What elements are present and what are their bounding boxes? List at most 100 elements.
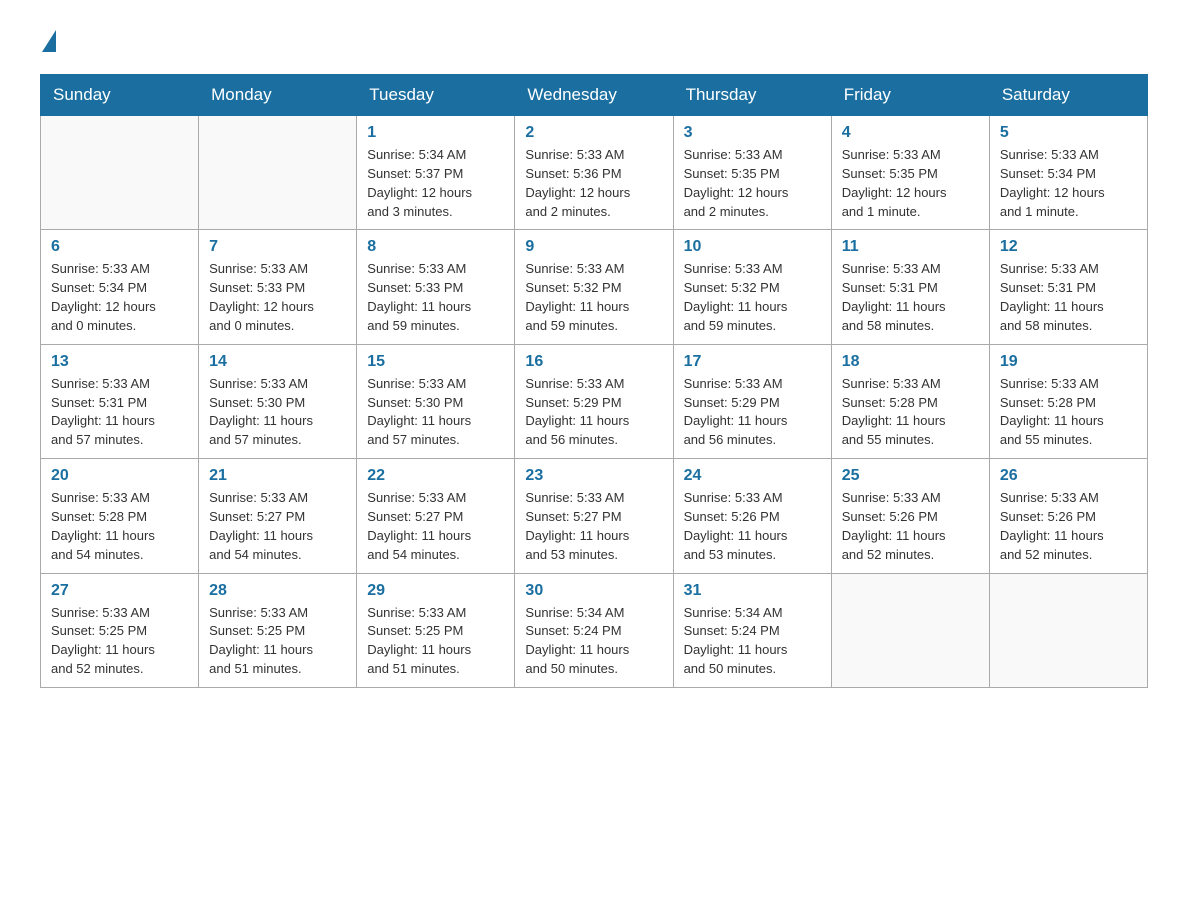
calendar-cell: 20 Sunrise: 5:33 AM Sunset: 5:28 PM Dayli… [41,459,199,573]
day-number: 30 [525,582,662,600]
week-row-5: 27 Sunrise: 5:33 AM Sunset: 5:25 PM Dayli… [41,573,1148,687]
calendar-cell: 28Sunrise: 5:33 AM Sunset: 5:25 PM Dayli… [199,573,357,687]
calendar-cell: 23 Sunrise: 5:33 AM Sunset: 5:27 PM Dayli… [515,459,673,573]
calendar-cell: 7Sunrise: 5:33 AM Sunset: 5:33 PM Daylig… [199,230,357,344]
calendar-cell: 18 Sunrise: 5:33 AM Sunset: 5:28 PM Dayli… [831,344,989,458]
day-info: Sunrise: 5:33 AM Sunset: 5:27 PM Dayligh… [209,489,346,564]
calendar-cell: 22 Sunrise: 5:33 AM Sunset: 5:27 PM Dayli… [357,459,515,573]
calendar-cell: 30 Sunrise: 5:34 AM Sunset: 5:24 PM Dayli… [515,573,673,687]
day-info: Sunrise: 5:33 AM Sunset: 5:25 PM Dayligh… [51,604,188,679]
day-info: Sunrise: 5:33 AM Sunset: 5:27 PM Dayligh… [367,489,504,564]
day-number: 19 [1000,353,1137,371]
day-number: 15 [367,353,504,371]
day-info: Sunrise: 5:33 AM Sunset: 5:26 PM Dayligh… [684,489,821,564]
day-number: 26 [1000,467,1137,485]
day-number: 4 [842,124,979,142]
day-header-friday: Friday [831,75,989,116]
day-info: Sunrise: 5:33 AM Sunset: 5:28 PM Dayligh… [1000,375,1137,450]
calendar-cell: 10Sunrise: 5:33 AM Sunset: 5:32 PM Dayli… [673,230,831,344]
day-info: Sunrise: 5:33 AM Sunset: 5:31 PM Dayligh… [1000,260,1137,335]
calendar-cell: 26 Sunrise: 5:33 AM Sunset: 5:26 PM Dayli… [989,459,1147,573]
day-number: 17 [684,353,821,371]
day-number: 2 [525,124,662,142]
calendar-cell: 1 Sunrise: 5:34 AM Sunset: 5:37 PM Daylig… [357,116,515,230]
day-info: Sunrise: 5:34 AM Sunset: 5:24 PM Dayligh… [525,604,662,679]
day-info: Sunrise: 5:34 AM Sunset: 5:37 PM Dayligh… [367,146,504,221]
day-info: Sunrise: 5:33 AM Sunset: 5:36 PM Dayligh… [525,146,662,221]
calendar-cell: 11 Sunrise: 5:33 AM Sunset: 5:31 PM Dayli… [831,230,989,344]
day-number: 28 [209,582,346,600]
day-header-wednesday: Wednesday [515,75,673,116]
day-header-sunday: Sunday [41,75,199,116]
day-number: 18 [842,353,979,371]
day-number: 9 [525,238,662,256]
day-info: Sunrise: 5:33 AM Sunset: 5:34 PM Dayligh… [1000,146,1137,221]
day-info: Sunrise: 5:33 AM Sunset: 5:30 PM Dayligh… [209,375,346,450]
day-info: Sunrise: 5:33 AM Sunset: 5:26 PM Dayligh… [842,489,979,564]
calendar-cell: 27 Sunrise: 5:33 AM Sunset: 5:25 PM Dayli… [41,573,199,687]
day-number: 12 [1000,238,1137,256]
day-number: 25 [842,467,979,485]
day-info: Sunrise: 5:33 AM Sunset: 5:28 PM Dayligh… [51,489,188,564]
day-info: Sunrise: 5:34 AM Sunset: 5:24 PM Dayligh… [684,604,821,679]
logo-triangle-icon [42,30,56,52]
day-number: 8 [367,238,504,256]
calendar-cell: 19 Sunrise: 5:33 AM Sunset: 5:28 PM Dayli… [989,344,1147,458]
day-info: Sunrise: 5:33 AM Sunset: 5:32 PM Dayligh… [525,260,662,335]
days-header-row: SundayMondayTuesdayWednesdayThursdayFrid… [41,75,1148,116]
calendar-cell: 14 Sunrise: 5:33 AM Sunset: 5:30 PM Dayli… [199,344,357,458]
day-info: Sunrise: 5:33 AM Sunset: 5:33 PM Dayligh… [367,260,504,335]
day-info: Sunrise: 5:33 AM Sunset: 5:33 PM Dayligh… [209,260,346,335]
logo [40,30,58,54]
calendar-cell: 17 Sunrise: 5:33 AM Sunset: 5:29 PM Dayli… [673,344,831,458]
day-number: 29 [367,582,504,600]
day-number: 3 [684,124,821,142]
week-row-3: 13Sunrise: 5:33 AM Sunset: 5:31 PM Dayli… [41,344,1148,458]
calendar-cell: 2 Sunrise: 5:33 AM Sunset: 5:36 PM Daylig… [515,116,673,230]
calendar-cell [41,116,199,230]
calendar-cell: 15 Sunrise: 5:33 AM Sunset: 5:30 PM Dayli… [357,344,515,458]
day-info: Sunrise: 5:33 AM Sunset: 5:34 PM Dayligh… [51,260,188,335]
calendar-cell: 12 Sunrise: 5:33 AM Sunset: 5:31 PM Dayli… [989,230,1147,344]
day-info: Sunrise: 5:33 AM Sunset: 5:30 PM Dayligh… [367,375,504,450]
calendar-cell [989,573,1147,687]
calendar-cell [199,116,357,230]
calendar-cell: 4 Sunrise: 5:33 AM Sunset: 5:35 PM Daylig… [831,116,989,230]
calendar-cell: 3 Sunrise: 5:33 AM Sunset: 5:35 PM Daylig… [673,116,831,230]
day-info: Sunrise: 5:33 AM Sunset: 5:29 PM Dayligh… [684,375,821,450]
day-info: Sunrise: 5:33 AM Sunset: 5:28 PM Dayligh… [842,375,979,450]
day-number: 5 [1000,124,1137,142]
day-header-thursday: Thursday [673,75,831,116]
calendar-cell: 6Sunrise: 5:33 AM Sunset: 5:34 PM Daylig… [41,230,199,344]
calendar-cell: 5 Sunrise: 5:33 AM Sunset: 5:34 PM Daylig… [989,116,1147,230]
day-number: 27 [51,582,188,600]
day-number: 14 [209,353,346,371]
week-row-4: 20 Sunrise: 5:33 AM Sunset: 5:28 PM Dayli… [41,459,1148,573]
day-info: Sunrise: 5:33 AM Sunset: 5:27 PM Dayligh… [525,489,662,564]
day-number: 22 [367,467,504,485]
calendar-cell: 29Sunrise: 5:33 AM Sunset: 5:25 PM Dayli… [357,573,515,687]
day-info: Sunrise: 5:33 AM Sunset: 5:26 PM Dayligh… [1000,489,1137,564]
calendar-cell: 8 Sunrise: 5:33 AM Sunset: 5:33 PM Daylig… [357,230,515,344]
day-number: 16 [525,353,662,371]
day-header-saturday: Saturday [989,75,1147,116]
day-info: Sunrise: 5:33 AM Sunset: 5:31 PM Dayligh… [842,260,979,335]
calendar-cell: 31 Sunrise: 5:34 AM Sunset: 5:24 PM Dayli… [673,573,831,687]
day-number: 21 [209,467,346,485]
day-number: 20 [51,467,188,485]
week-row-2: 6Sunrise: 5:33 AM Sunset: 5:34 PM Daylig… [41,230,1148,344]
calendar-cell: 21 Sunrise: 5:33 AM Sunset: 5:27 PM Dayli… [199,459,357,573]
day-number: 24 [684,467,821,485]
day-number: 11 [842,238,979,256]
day-header-tuesday: Tuesday [357,75,515,116]
day-number: 23 [525,467,662,485]
calendar-cell: 16Sunrise: 5:33 AM Sunset: 5:29 PM Dayli… [515,344,673,458]
calendar-cell: 13Sunrise: 5:33 AM Sunset: 5:31 PM Dayli… [41,344,199,458]
logo-text [40,30,58,52]
day-number: 31 [684,582,821,600]
day-number: 1 [367,124,504,142]
day-info: Sunrise: 5:33 AM Sunset: 5:35 PM Dayligh… [842,146,979,221]
day-number: 13 [51,353,188,371]
day-info: Sunrise: 5:33 AM Sunset: 5:35 PM Dayligh… [684,146,821,221]
day-info: Sunrise: 5:33 AM Sunset: 5:32 PM Dayligh… [684,260,821,335]
